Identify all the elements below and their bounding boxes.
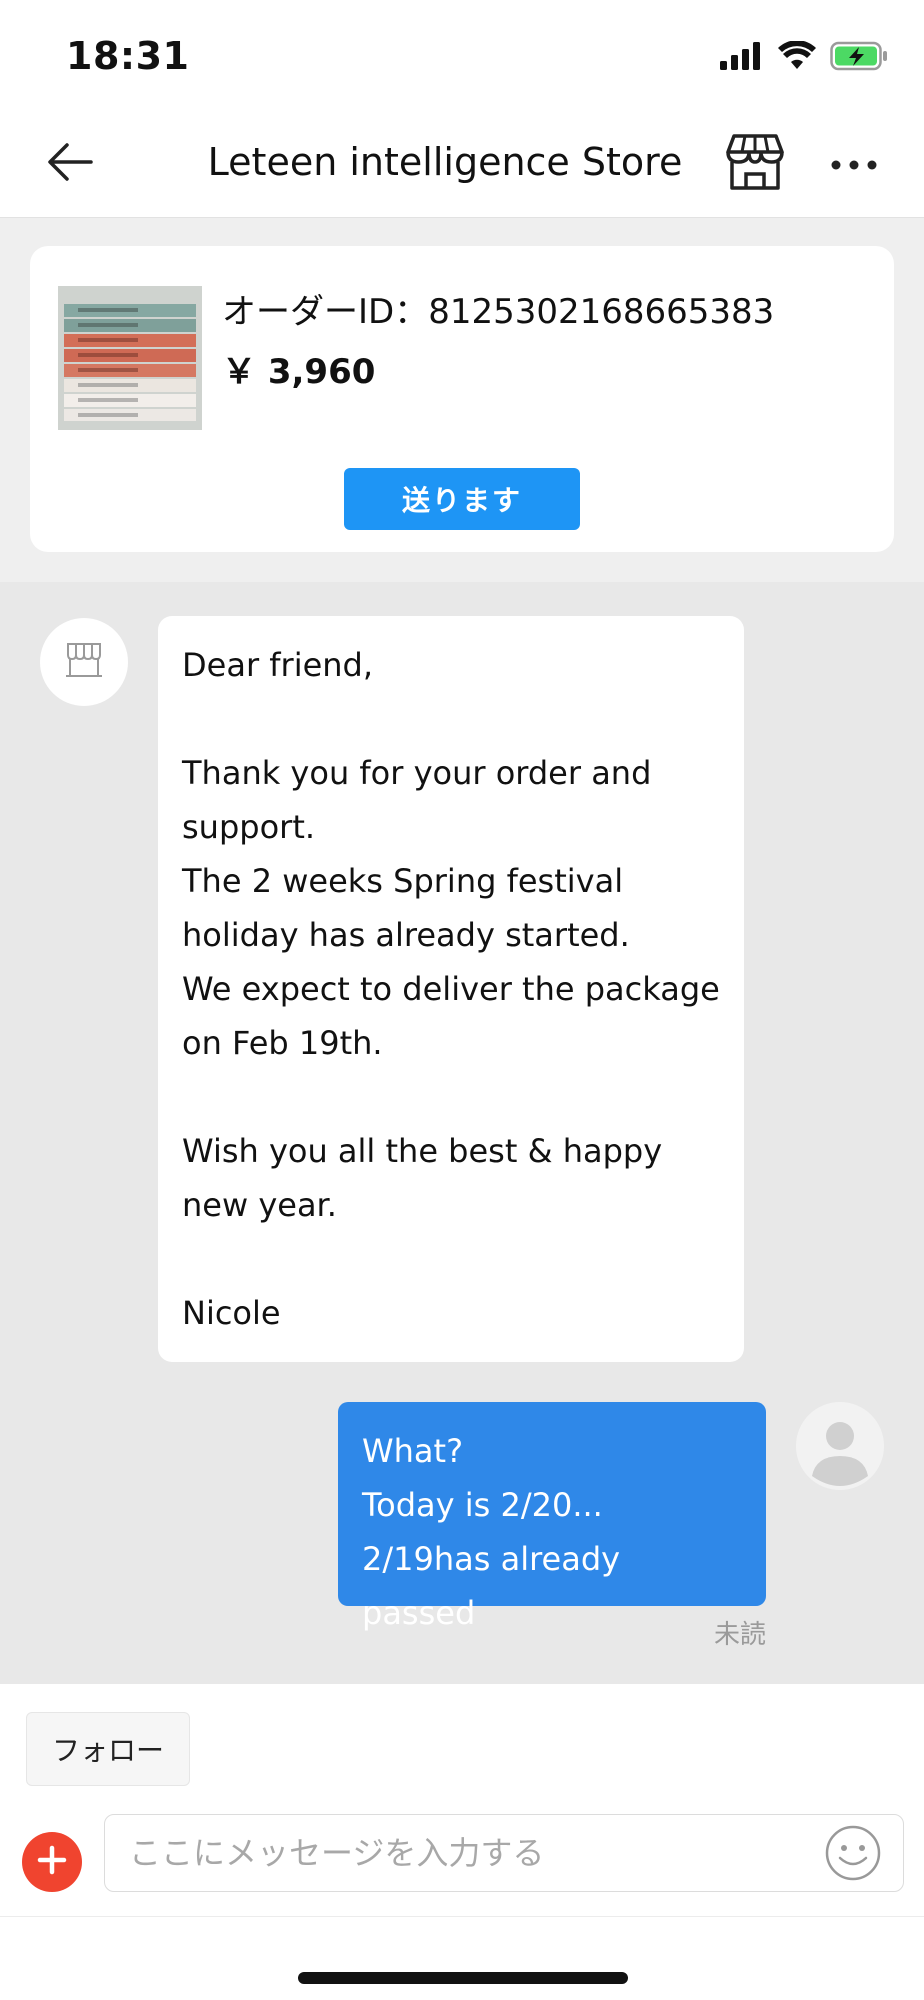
nav-header: Leteen intelligence Store	[0, 110, 924, 218]
plus-icon	[37, 1845, 67, 1879]
arrow-left-icon	[47, 142, 93, 186]
home-indicator[interactable]	[298, 1972, 628, 1984]
message-line: on Feb 19th.	[182, 1024, 383, 1062]
outgoing-message-bubble[interactable]: What? Today is 2/20... 2/19has already p…	[338, 1402, 766, 1632]
message-line: 2/19has already passed	[362, 1540, 621, 1632]
message-gap	[182, 1232, 720, 1286]
signal-icon	[720, 42, 764, 74]
person-icon	[796, 1402, 884, 1490]
store-icon	[724, 134, 786, 196]
more-button[interactable]	[826, 144, 882, 184]
follow-button[interactable]: フォロー	[26, 1712, 190, 1786]
status-time: 18:31	[66, 34, 190, 78]
message-line: Nicole	[182, 1294, 281, 1332]
smile-icon	[824, 1825, 882, 1886]
wifi-icon	[778, 40, 816, 75]
message-line: What?	[362, 1432, 464, 1470]
input-row	[0, 1812, 924, 1908]
battery-charging-icon	[830, 41, 888, 75]
store-button[interactable]	[724, 132, 788, 194]
send-order-button[interactable]: 送ります	[344, 468, 580, 530]
product-image	[58, 286, 202, 430]
order-id: オーダーID：8125302168665383	[222, 292, 775, 332]
emoji-button[interactable]	[824, 1824, 882, 1882]
order-section: オーダーID：8125302168665383 ￥ 3,960 送ります	[0, 218, 924, 582]
status-icons	[720, 38, 888, 78]
message-line: Thank you for your order and	[182, 754, 652, 792]
read-status: 未読	[713, 1620, 766, 1650]
status-bar: 18:31	[0, 0, 924, 110]
message-line: Dear friend,	[182, 646, 374, 684]
order-card[interactable]: オーダーID：8125302168665383 ￥ 3,960 送ります	[30, 246, 894, 552]
back-button[interactable]	[40, 138, 100, 190]
message-line: new year.	[182, 1186, 337, 1224]
more-horizontal-icon	[831, 155, 877, 174]
message-line: We expect to deliver the package	[182, 970, 720, 1008]
incoming-message-bubble[interactable]: Dear friend, Thank you for your order an…	[158, 616, 744, 1362]
message-line: Wish you all the best & happy	[182, 1132, 663, 1170]
message-line: holiday has already started.	[182, 916, 630, 954]
chat-area[interactable]: Dear friend, Thank you for your order an…	[0, 582, 924, 1684]
store-icon	[64, 641, 104, 683]
divider	[0, 1916, 924, 1917]
add-button[interactable]	[22, 1832, 82, 1892]
message-line: Today is 2/20...	[362, 1486, 603, 1524]
message-line: support.	[182, 808, 316, 846]
composer: フォロー	[0, 1684, 924, 2000]
store-avatar[interactable]	[40, 618, 128, 706]
order-price: ￥ 3,960	[222, 352, 376, 392]
message-input[interactable]	[104, 1814, 904, 1892]
message-line: The 2 weeks Spring festival	[182, 862, 624, 900]
page-title: Leteen intelligence Store	[207, 140, 683, 184]
message-gap	[182, 1070, 720, 1124]
user-avatar[interactable]	[796, 1402, 884, 1490]
message-gap	[182, 692, 720, 746]
